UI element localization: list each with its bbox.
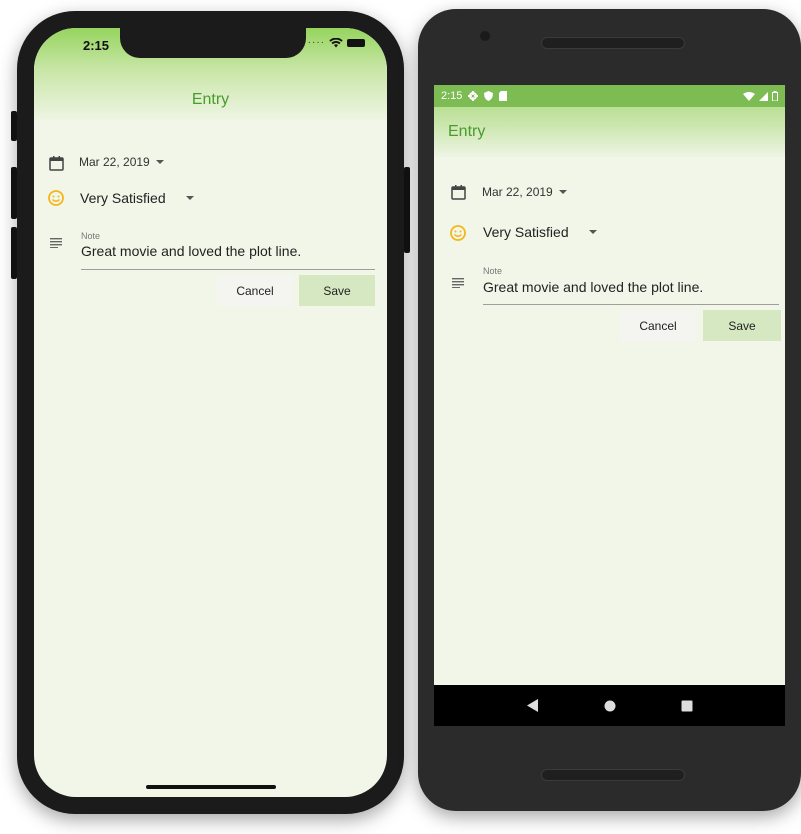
notes-icon <box>50 238 62 248</box>
wifi-icon <box>329 37 343 47</box>
arrow-drop-down-icon <box>155 160 164 164</box>
ios-date-picker[interactable]: Mar 22, 2019 <box>79 155 164 169</box>
iphone-volume-down <box>11 227 17 279</box>
android-bottom-speaker <box>541 769 685 781</box>
android-mood-value: Very Satisfied <box>483 224 569 240</box>
arrow-drop-down-icon <box>588 230 597 234</box>
shield-icon <box>484 91 494 101</box>
iphone-device: 2:15 ···· Entry Mar 22, 2019 Very Satisf… <box>11 11 410 814</box>
ios-note-label: Note <box>81 231 101 241</box>
ios-page-title: Entry <box>191 91 230 108</box>
android-status-time: 2:15 <box>441 90 463 102</box>
ios-screen: 2:15 ···· Entry Mar 22, 2019 Very Satisf… <box>34 28 387 797</box>
ios-save-button[interactable]: Save <box>299 275 375 306</box>
android-front-camera <box>480 31 490 41</box>
ios-status-time: 2:15 <box>83 38 110 53</box>
android-save-button[interactable]: Save <box>703 310 781 341</box>
android-device: 2:15 Entry Mar 22, 2019 Very Satisfied N… <box>418 9 801 811</box>
ios-home-indicator[interactable] <box>146 785 276 789</box>
android-page-title: Entry <box>448 123 486 140</box>
android-screen: 2:15 Entry Mar 22, 2019 Very Satisfied N… <box>434 85 785 726</box>
android-note-label: Note <box>483 266 503 276</box>
sim-card-icon <box>499 91 508 101</box>
android-mood-dropdown[interactable]: Very Satisfied <box>483 224 597 240</box>
calendar-icon <box>451 185 466 200</box>
satisfied-face-icon <box>48 190 64 206</box>
cell-signal-icon: ···· <box>307 37 325 48</box>
ios-mood-value: Very Satisfied <box>80 190 166 206</box>
notes-icon <box>452 278 464 288</box>
iphone-power-button <box>404 167 410 253</box>
android-note-underline <box>483 304 779 305</box>
android-status-bar: 2:15 <box>434 85 785 107</box>
cell-signal-icon <box>759 91 768 101</box>
home-circle-icon[interactable] <box>604 700 616 712</box>
android-note-value[interactable]: Great movie and loved the plot line. <box>483 279 703 295</box>
satisfied-face-icon <box>450 225 466 241</box>
gear-icon <box>468 91 479 101</box>
android-date-value: Mar 22, 2019 <box>482 185 553 199</box>
wifi-icon <box>743 91 755 101</box>
calendar-icon <box>49 156 64 171</box>
recents-square-icon[interactable] <box>681 700 693 712</box>
ios-date-value: Mar 22, 2019 <box>79 155 150 169</box>
android-cancel-button[interactable]: Cancel <box>620 310 696 341</box>
iphone-volume-up <box>11 167 17 219</box>
iphone-silent-switch <box>11 111 17 141</box>
android-navigation-bar <box>434 685 785 726</box>
android-top-speaker <box>541 37 685 49</box>
back-triangle-icon[interactable] <box>526 699 539 712</box>
battery-icon <box>772 91 778 101</box>
ios-note-value[interactable]: Great movie and loved the plot line. <box>81 243 301 259</box>
arrow-drop-down-icon <box>558 190 567 194</box>
arrow-drop-down-icon <box>185 196 194 200</box>
android-date-picker[interactable]: Mar 22, 2019 <box>482 185 567 199</box>
ios-status-icons: ···· <box>308 37 365 48</box>
ios-notch <box>120 28 306 58</box>
ios-mood-dropdown[interactable]: Very Satisfied <box>80 190 194 206</box>
battery-icon <box>347 38 365 47</box>
ios-cancel-button[interactable]: Cancel <box>217 275 293 306</box>
ios-note-underline <box>81 269 375 270</box>
